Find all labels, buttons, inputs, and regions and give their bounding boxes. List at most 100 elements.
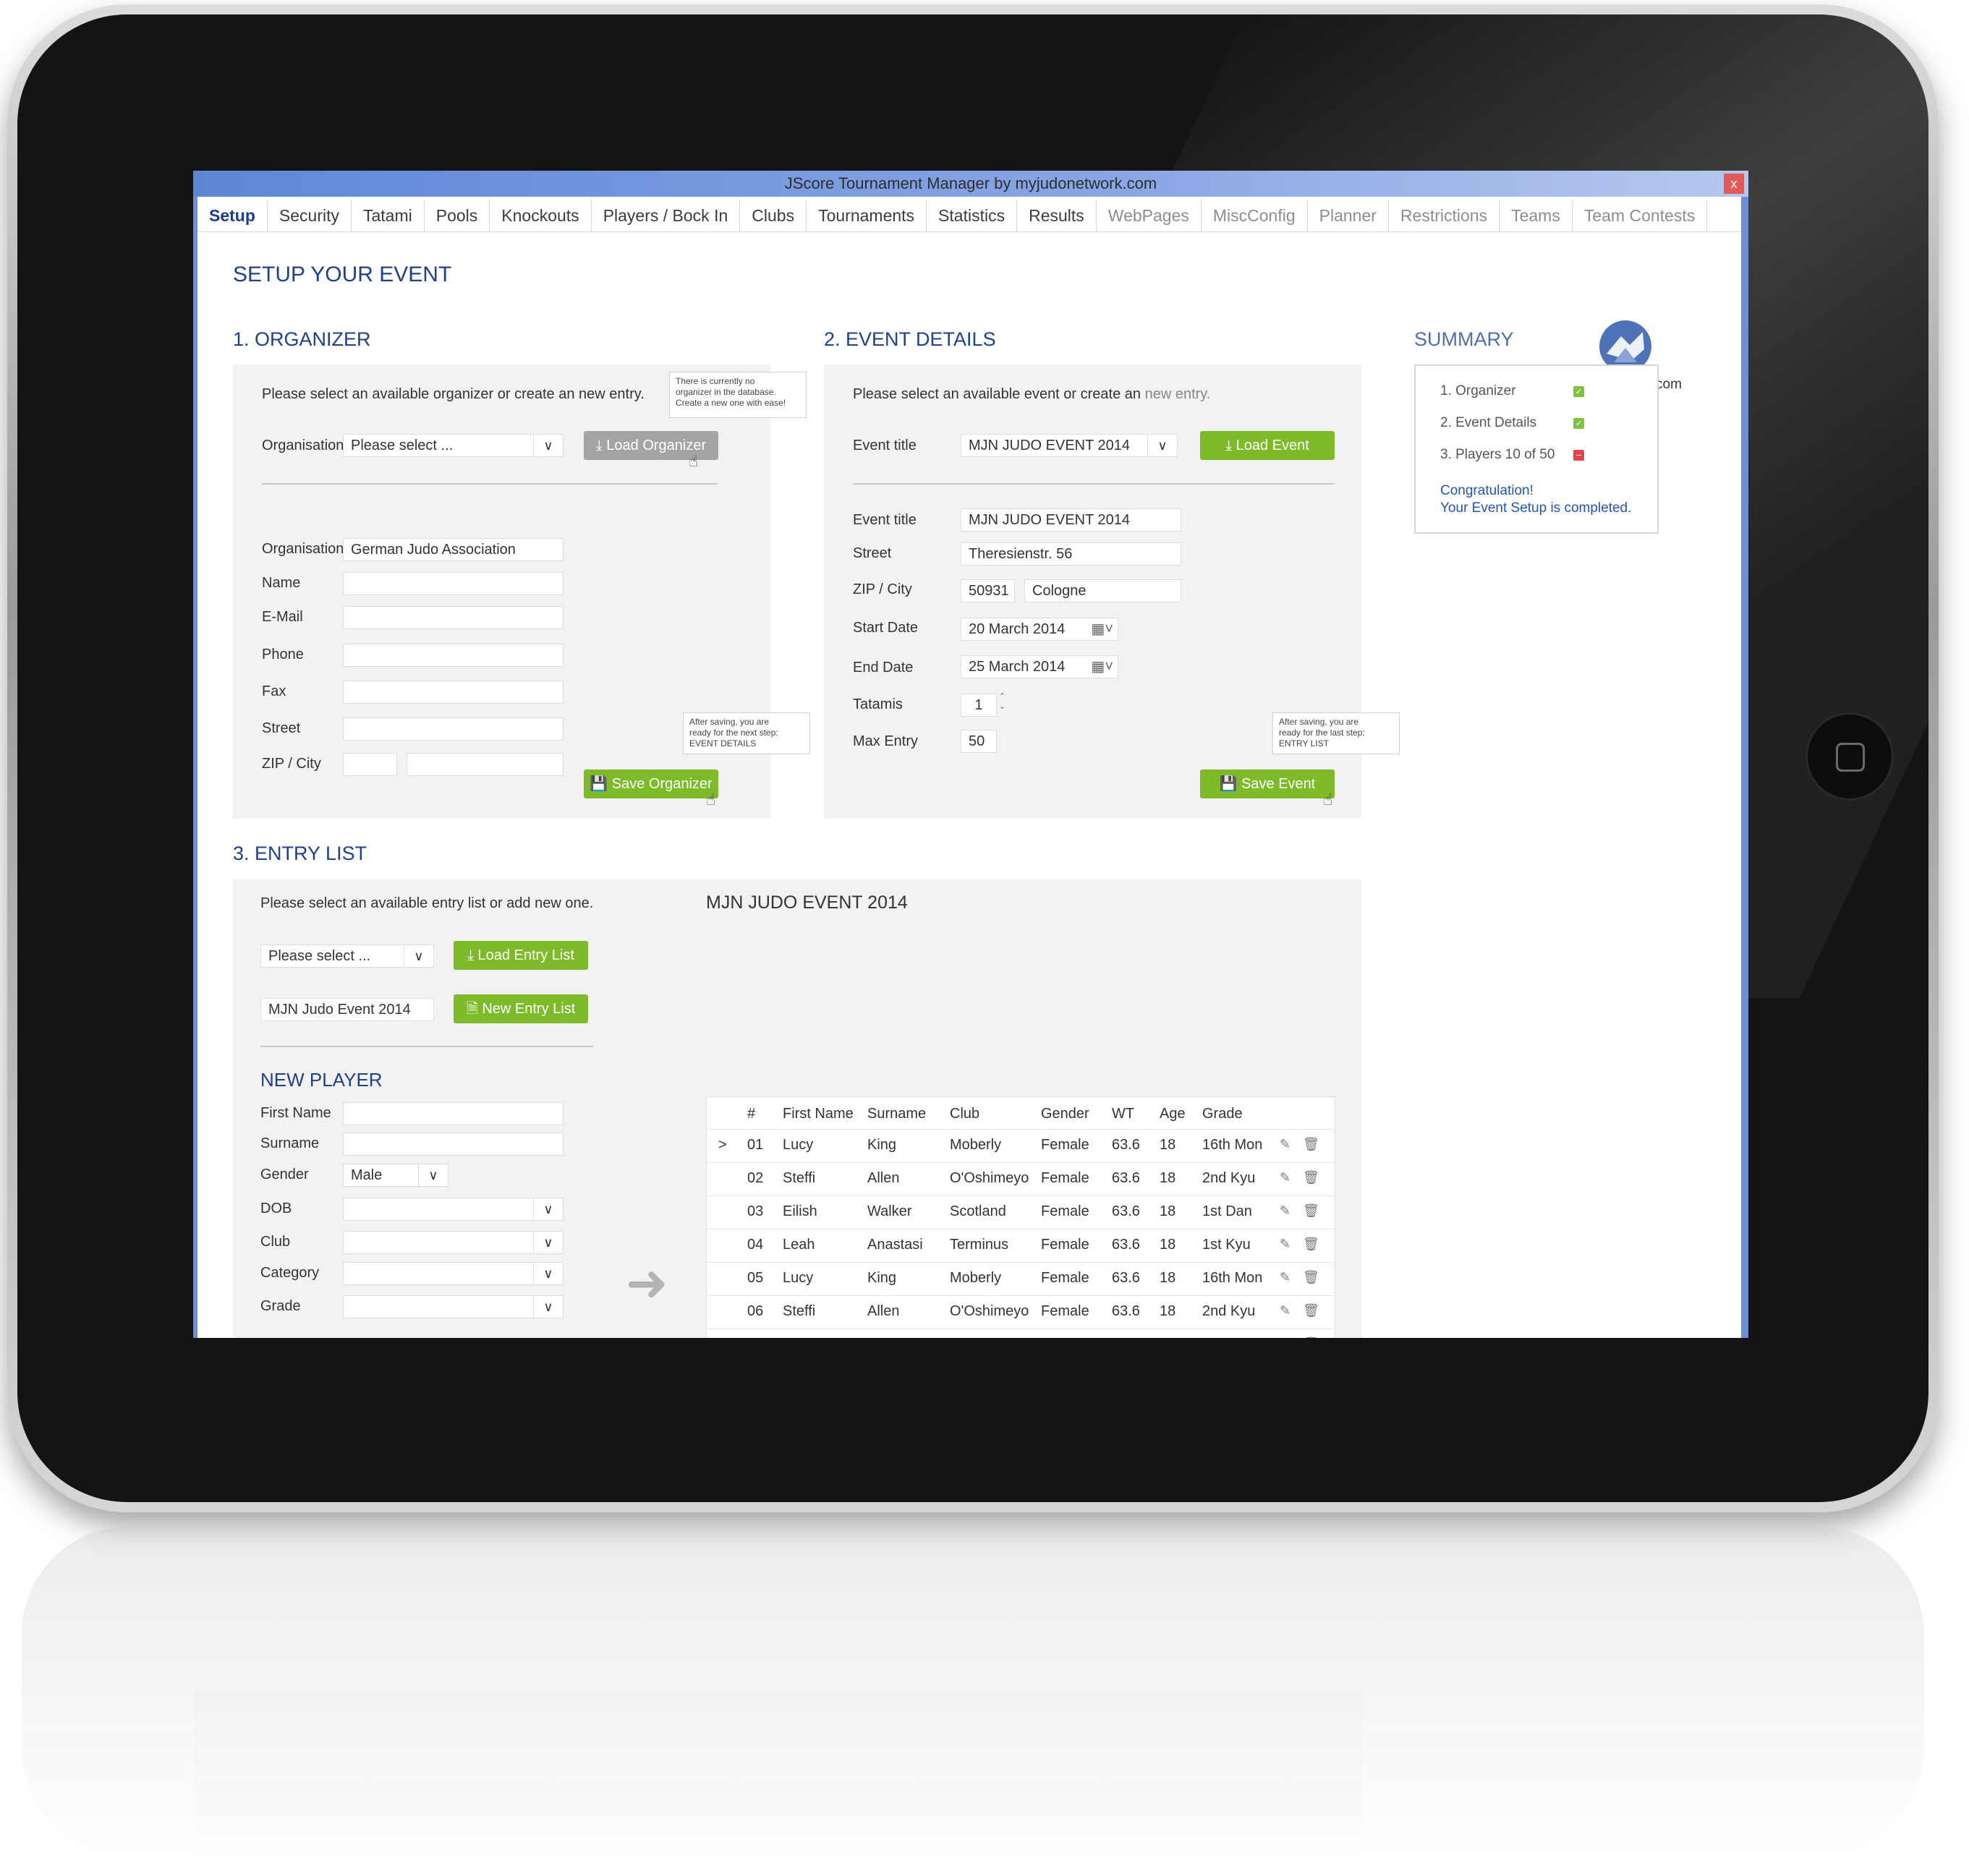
save-organizer-button[interactable]: 💾 Save Organizer [584, 769, 718, 798]
organizer-field-label: Organisation [262, 541, 344, 557]
player-field-input[interactable]: Male ∨ [343, 1164, 448, 1187]
tab-results[interactable]: Results [1017, 200, 1097, 231]
tab-miscconfig[interactable]: MiscConfig [1202, 200, 1308, 231]
edit-pencil-icon[interactable]: ✎ [1280, 1336, 1290, 1338]
organizer-empty-tooltip: There is currently no organizer in the d… [669, 372, 807, 418]
tab-restrictions[interactable]: Restrictions [1389, 200, 1500, 231]
table-row[interactable]: 07 Eilish Walker Scotland Female 63.6 18 1st Da… [707, 1329, 1335, 1338]
table-cell-wt: 63.6 [1112, 1336, 1140, 1338]
table-cell-first: Lucy [783, 1270, 814, 1286]
entry-list-name-field[interactable]: MJN Judo Event 2014 [260, 998, 434, 1021]
edit-pencil-icon[interactable]: ✎ [1280, 1203, 1290, 1219]
table-row[interactable]: >01 Lucy King Moberly Female 63.6 18 16th Mon ✎ 🗑 [707, 1129, 1335, 1162]
player-field-label: Surname [260, 1135, 320, 1151]
tab-setup[interactable]: Setup [197, 200, 268, 231]
entry-intro: Please select an available entry list or… [260, 895, 594, 911]
column-header[interactable]: Gender [1041, 1106, 1089, 1122]
tab-team-contests[interactable]: Team Contests [1573, 200, 1708, 231]
column-header[interactable]: WT [1112, 1106, 1134, 1122]
edit-pencil-icon[interactable]: ✎ [1280, 1170, 1290, 1185]
player-field-input[interactable] [343, 1133, 564, 1156]
event-city-field[interactable]: Cologne [1024, 579, 1181, 602]
tab-players-bock-in[interactable]: Players / Bock In [592, 200, 741, 231]
column-header[interactable]: Surname [867, 1106, 926, 1122]
tab-tatami[interactable]: Tatami [352, 200, 425, 231]
download-icon: ⤓ [1225, 438, 1236, 453]
edit-pencil-icon[interactable]: ✎ [1280, 1270, 1290, 1285]
table-row[interactable]: 02 Steffi Allen O'Oshimeyo Female 63.6 18 2nd K… [707, 1162, 1335, 1195]
tab-teams[interactable]: Teams [1500, 200, 1573, 231]
tatamis-stepper[interactable]: 1 [961, 694, 997, 717]
table-cell-n: 04 [747, 1237, 764, 1253]
tab-security[interactable]: Security [268, 200, 352, 231]
tab-webpages[interactable]: WebPages [1097, 200, 1202, 231]
event-zip-field[interactable]: 50931 [961, 579, 1015, 602]
tab-planner[interactable]: Planner [1308, 200, 1389, 231]
player-field-input[interactable]: ∨ [343, 1198, 564, 1221]
table-cell-n: 05 [747, 1270, 764, 1286]
table-row[interactable]: 05 Lucy King Moberly Female 63.6 18 16th Mon ✎ 🗑 [707, 1262, 1335, 1295]
organizer-field-input[interactable] [343, 681, 564, 704]
tab-clubs[interactable]: Clubs [740, 200, 807, 231]
tab-knockouts[interactable]: Knockouts [490, 200, 592, 231]
event-title-field[interactable]: MJN JUDO EVENT 2014 [961, 508, 1181, 532]
edit-pencil-icon[interactable]: ✎ [1280, 1303, 1290, 1318]
trash-icon[interactable]: 🗑 [1303, 1303, 1319, 1318]
chevron-down-icon: ∨ [533, 1296, 563, 1318]
trash-icon[interactable]: 🗑 [1303, 1203, 1319, 1219]
table-cell-first: Eilish [783, 1203, 817, 1219]
organizer-field-input[interactable] [343, 572, 564, 595]
organizer-intro: Please select an available organizer or … [262, 386, 645, 402]
player-field-input[interactable]: ∨ [343, 1295, 564, 1318]
trash-icon[interactable]: 🗑 [1303, 1137, 1319, 1152]
end-date-field[interactable]: 25 March 2014 ▦˅ [961, 655, 1118, 678]
table-row[interactable]: 06 Steffi Allen O'Oshimeyo Female 63.6 18 2nd K… [707, 1295, 1335, 1329]
trash-icon[interactable]: 🗑 [1303, 1270, 1319, 1285]
organizer-city-field[interactable] [407, 753, 564, 776]
edit-pencil-icon[interactable]: ✎ [1280, 1137, 1290, 1152]
player-field-input[interactable]: ∨ [343, 1231, 564, 1254]
organizer-field-input[interactable] [343, 606, 564, 629]
table-cell-club: Scotland [950, 1203, 1006, 1219]
max-entry-field[interactable]: 50 [961, 730, 997, 753]
column-header[interactable]: Age [1160, 1106, 1186, 1122]
close-button[interactable]: x [1724, 174, 1744, 194]
table-cell-surname: Anastasi [867, 1237, 923, 1253]
table-cell-gender: Female [1041, 1270, 1089, 1286]
player-field-input[interactable]: ∨ [343, 1262, 564, 1285]
load-entry-list-button[interactable]: ⤓ Load Entry List [454, 941, 588, 970]
table-row[interactable]: 04 Leah Anastasi Terminus Female 63.6 18 1st Ky… [707, 1229, 1335, 1262]
stepper-arrows-icon[interactable]: ⌃ ⌄ [999, 691, 1005, 712]
tab-statistics[interactable]: Statistics [927, 200, 1018, 231]
organizer-field-input[interactable]: German Judo Association [343, 538, 564, 561]
organizer-field-input[interactable] [343, 644, 564, 667]
event-select[interactable]: MJN JUDO EVENT 2014 ∨ [961, 434, 1178, 457]
trash-icon[interactable]: 🗑 [1303, 1170, 1319, 1185]
home-button[interactable] [1806, 712, 1894, 801]
tab-pools[interactable]: Pools [425, 200, 490, 231]
table-cell-grade: 2nd Kyu [1202, 1303, 1256, 1319]
trash-icon[interactable]: 🗑 [1303, 1336, 1319, 1338]
edit-pencil-icon[interactable]: ✎ [1280, 1237, 1290, 1252]
start-date-field[interactable]: 20 March 2014 ▦˅ [961, 618, 1118, 641]
table-row[interactable]: 03 Eilish Walker Scotland Female 63.6 18 1st Da… [707, 1195, 1335, 1229]
entry-list-select[interactable]: Please select ... ∨ [260, 945, 434, 968]
organisation-select[interactable]: Please select ... ∨ [343, 434, 564, 457]
load-event-button[interactable]: ⤓ Load Event [1200, 431, 1335, 460]
table-cell-grade: 16th Mon [1202, 1270, 1263, 1286]
check-icon: ✓ [1573, 418, 1584, 429]
event-heading: 2. EVENT DETAILS [824, 328, 996, 350]
player-field-input[interactable] [343, 1102, 564, 1125]
event-street-field[interactable]: Theresienstr. 56 [961, 542, 1181, 566]
home-square-icon [1836, 743, 1865, 772]
column-header[interactable]: # [747, 1106, 755, 1122]
new-entry-list-button[interactable]: 🗎 New Entry List [454, 994, 588, 1023]
organizer-field-input[interactable] [343, 717, 564, 741]
trash-icon[interactable]: 🗑 [1303, 1237, 1319, 1252]
column-header[interactable]: Club [950, 1106, 979, 1122]
column-header[interactable]: Grade [1202, 1106, 1243, 1122]
tab-tournaments[interactable]: Tournaments [807, 200, 927, 231]
save-event-button[interactable]: 💾 Save Event [1200, 769, 1335, 798]
column-header[interactable]: First Name [783, 1106, 854, 1122]
organizer-zip-field[interactable] [343, 753, 397, 776]
